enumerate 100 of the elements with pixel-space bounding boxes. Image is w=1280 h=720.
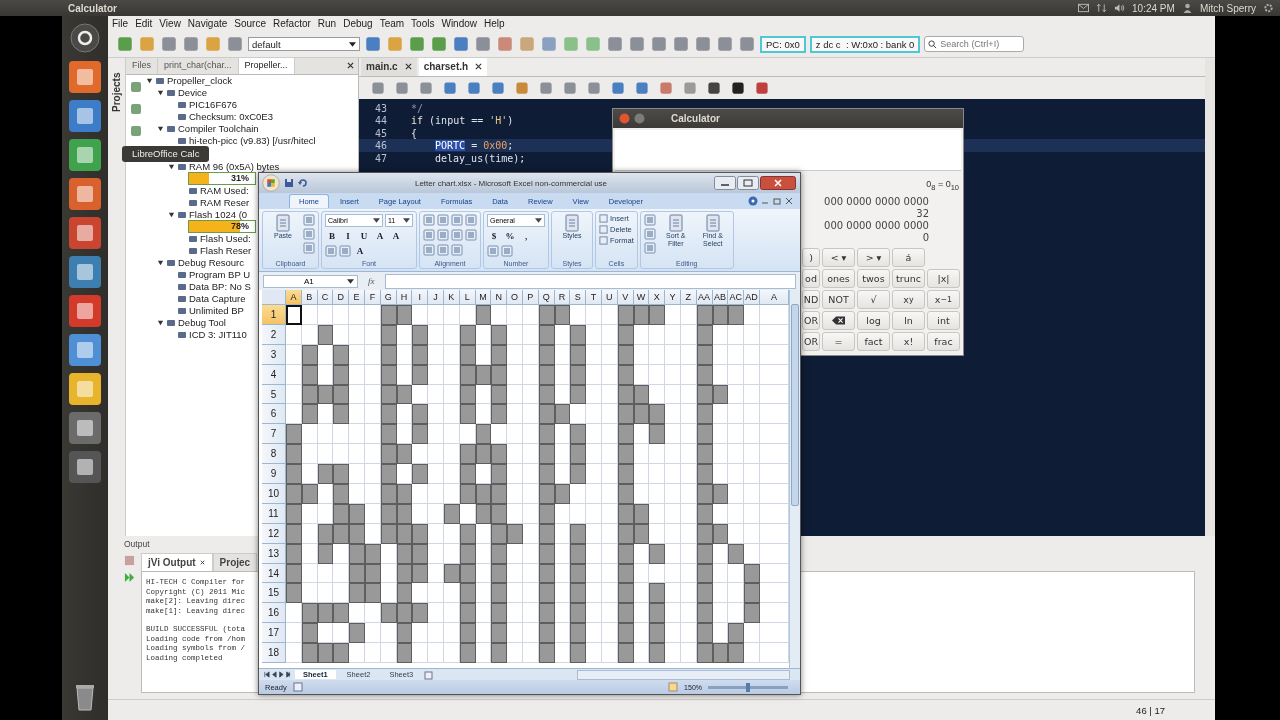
calculator-key[interactable]: < ▾ (822, 247, 855, 267)
calculator-key[interactable]: od (802, 268, 820, 288)
column-header[interactable]: J (428, 290, 444, 305)
tree-item[interactable]: Checksum: 0xC0E3 (189, 111, 273, 123)
column-header[interactable]: O (507, 290, 523, 305)
search-field[interactable]: Search (Ctrl+I) (924, 36, 1025, 53)
calculator-key[interactable]: > ▾ (857, 247, 890, 267)
column-header[interactable]: Y (665, 290, 681, 305)
tree-item[interactable]: Flash Used: (200, 233, 251, 245)
tree-item[interactable]: PIC16F676 (189, 99, 238, 111)
calculator-key[interactable]: = (822, 331, 855, 351)
clock-time[interactable]: 10:24 PM (1132, 2, 1175, 14)
style-toggle-button[interactable]: A (389, 230, 403, 242)
row-header[interactable]: 10 (262, 484, 286, 504)
calculator-key[interactable]: ND (802, 289, 820, 309)
user-name[interactable]: Mitch Sperry (1199, 2, 1256, 14)
tree-item[interactable]: Debug Resourc (178, 257, 244, 269)
row-header[interactable]: 15 (262, 583, 286, 604)
calculator-key[interactable]: int (927, 310, 960, 330)
insert-function-button[interactable]: fx (364, 276, 379, 286)
row-header[interactable]: 17 (262, 623, 286, 644)
calculator-key[interactable]: NOT (822, 289, 855, 309)
tree-item[interactable]: Flash Reser (200, 245, 252, 257)
column-header[interactable]: E (349, 290, 365, 305)
column-header[interactable]: S (570, 290, 587, 305)
style-toggle-button[interactable]: , (519, 230, 533, 242)
calculator-key[interactable]: |x| (927, 268, 960, 288)
menu-item[interactable]: View (159, 18, 181, 30)
menu-item[interactable]: Tools (411, 18, 435, 30)
style-toggle-button[interactable]: % (503, 230, 517, 242)
row-header[interactable]: 3 (262, 344, 286, 365)
panel-tab[interactable]: print_char(char... (158, 57, 239, 74)
calculator-key[interactable]: OR (802, 331, 820, 351)
tree-item[interactable]: Propeller_clock (167, 75, 232, 87)
calculator-key[interactable]: x! (892, 331, 925, 351)
row-header[interactable]: 2 (262, 324, 286, 345)
menu-item[interactable]: Navigate (187, 18, 228, 30)
calculator-key[interactable]: frac (927, 331, 960, 351)
tree-item[interactable]: Debug Tool (178, 317, 226, 329)
menu-item[interactable]: Run (317, 18, 337, 30)
name-box[interactable]: A1 (263, 274, 358, 288)
calculator-key[interactable]: twos (857, 268, 890, 288)
tree-item[interactable]: ICD 3: JIT110 (189, 329, 247, 341)
column-header[interactable]: T (586, 290, 602, 305)
column-header[interactable]: A (286, 290, 302, 305)
style-toggle-button[interactable]: I (341, 230, 355, 242)
menu-item[interactable]: Help (484, 18, 505, 30)
row-header[interactable]: 16 (262, 603, 286, 624)
menu-item[interactable]: File (112, 18, 129, 30)
tree-item[interactable]: RAM Reser (200, 197, 250, 209)
tree-item[interactable]: Unlimited BP (189, 305, 244, 317)
projects-side-tab[interactable]: Projects (111, 61, 122, 112)
column-header[interactable]: X (649, 290, 666, 305)
row-header[interactable]: 18 (262, 643, 286, 664)
style-toggle-button[interactable]: B (325, 230, 339, 242)
calculator-key[interactable]: á (892, 247, 925, 267)
style-toggle-button[interactable]: U (357, 230, 371, 242)
calculator-key[interactable]: OR (802, 310, 820, 330)
calculator-key[interactable]: ln (892, 310, 925, 330)
row-header[interactable]: 11 (262, 503, 286, 524)
column-header[interactable]: A (759, 290, 789, 305)
column-header[interactable]: AC (728, 290, 745, 305)
tree-item[interactable]: hi-tech-picc (v9.83) [/usr/hitecl (189, 135, 316, 147)
menu-item[interactable]: Refactor (273, 18, 311, 30)
calculator-key[interactable]: log (857, 310, 890, 330)
tree-item[interactable]: Data BP: No S (189, 281, 251, 293)
column-header[interactable]: AD (744, 290, 760, 305)
row-header[interactable]: 14 (262, 563, 286, 584)
row-header[interactable]: 12 (262, 523, 286, 544)
row-header[interactable]: 4 (262, 364, 286, 385)
column-header[interactable]: I (412, 290, 429, 305)
tree-item[interactable]: Program BP U (189, 269, 251, 281)
row-header[interactable]: 7 (262, 424, 286, 445)
row-header[interactable]: 8 (262, 444, 286, 465)
tree-item[interactable]: Compiler Toolchain (178, 123, 259, 135)
output-tab[interactable]: Projec (212, 553, 258, 572)
calculator-key[interactable]: ) (802, 247, 820, 267)
output-tab[interactable]: jVi Output (141, 553, 213, 572)
menu-item[interactable]: Team (379, 18, 405, 30)
menu-item[interactable]: Edit (135, 18, 153, 30)
column-header[interactable]: N (491, 290, 508, 305)
configuration-dropdown[interactable]: default (248, 37, 360, 52)
calculator-key[interactable]: trunc (892, 268, 925, 288)
menu-item[interactable]: Window (441, 18, 478, 30)
tree-item[interactable]: Device (178, 87, 208, 99)
tree-item[interactable]: Flash 1024 (0 (189, 209, 248, 221)
panel-tab[interactable]: Files (126, 57, 158, 74)
style-toggle-button[interactable]: A (353, 245, 367, 257)
tree-item[interactable]: Data Capture (189, 293, 246, 305)
calculator-key[interactable]: √ (857, 289, 890, 309)
style-toggle-button[interactable]: A (373, 230, 387, 242)
row-header[interactable]: 5 (262, 384, 286, 405)
row-header[interactable]: 9 (262, 464, 286, 484)
tree-item[interactable]: RAM Used: (200, 185, 249, 197)
tree-item[interactable]: RAM 96 (0x5A) bytes (189, 161, 280, 173)
column-header[interactable]: D (333, 290, 350, 305)
menu-item[interactable]: Debug (343, 18, 373, 30)
style-toggle-button[interactable]: $ (487, 230, 501, 242)
row-header[interactable]: 13 (262, 543, 286, 564)
calculator-key[interactable]: fact (857, 331, 890, 351)
